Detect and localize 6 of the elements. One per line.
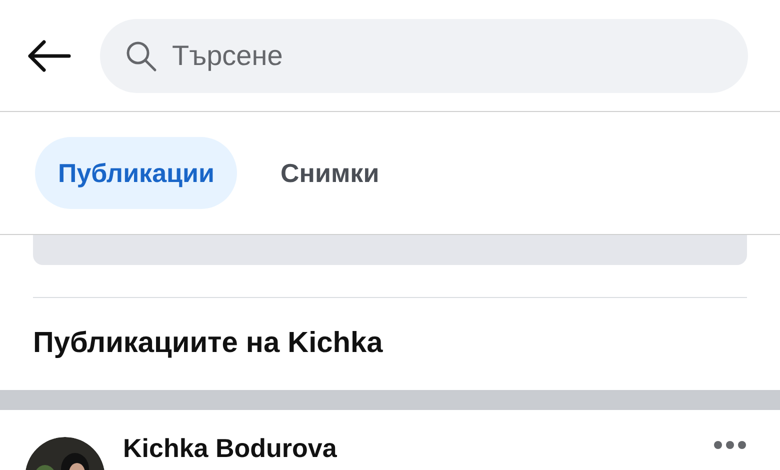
tab[interactable]: Снимки bbox=[257, 137, 402, 209]
section-title: Публикациите на Kichka bbox=[33, 326, 383, 362]
tab[interactable]: Публикации bbox=[35, 137, 238, 209]
more-options-icon[interactable] bbox=[714, 441, 746, 449]
author-name[interactable]: Kichka Bodurova bbox=[123, 429, 337, 468]
search-field[interactable]: Търсене bbox=[100, 18, 748, 92]
